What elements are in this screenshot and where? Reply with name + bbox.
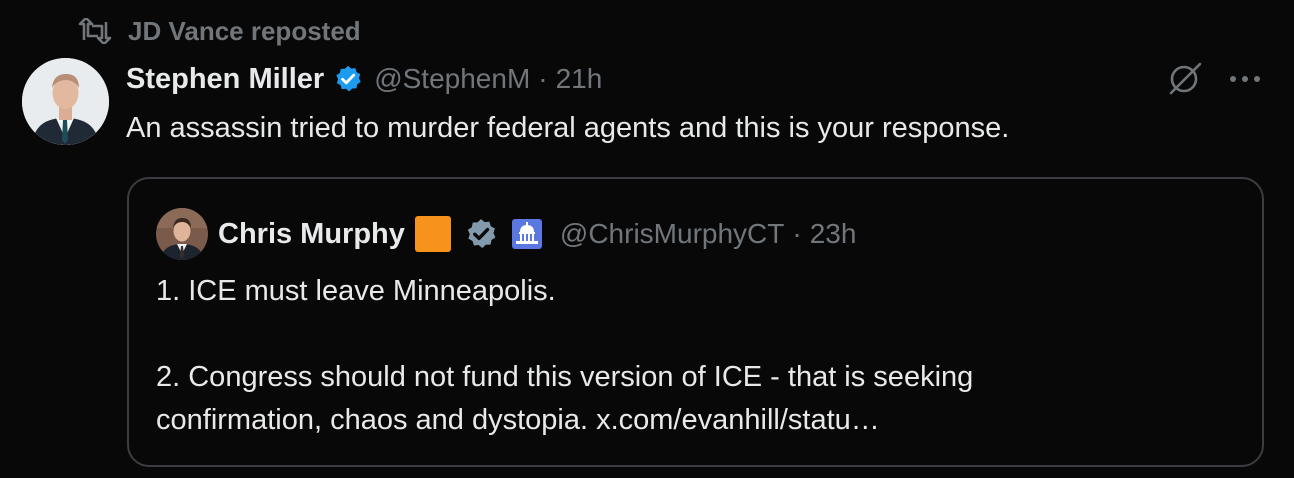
verified-icon[interactable] bbox=[464, 217, 498, 251]
quote-text: 1. ICE must leave Minneapolis. 2. Congre… bbox=[156, 270, 1236, 442]
avatar[interactable] bbox=[22, 58, 109, 145]
quote-timestamp[interactable]: 23h bbox=[810, 218, 857, 250]
avatar-image bbox=[22, 58, 109, 145]
tweet[interactable]: JD Vance reposted Stephen Miller @Stephe… bbox=[0, 0, 1294, 478]
repost-icon bbox=[78, 18, 112, 44]
repost-indicator: JD Vance reposted bbox=[78, 14, 361, 48]
more-icon bbox=[1227, 71, 1263, 89]
quote-line: 1. ICE must leave Minneapolis. bbox=[156, 275, 556, 307]
grok-button[interactable] bbox=[1163, 60, 1207, 100]
quote-avatar-image bbox=[156, 208, 208, 260]
capitol-icon[interactable] bbox=[511, 219, 542, 249]
quote-line: confirmation, chaos and dystopia. x.com/… bbox=[156, 404, 880, 436]
author-handle[interactable]: @StephenM bbox=[374, 63, 530, 95]
quote-avatar[interactable] bbox=[156, 208, 208, 260]
grok-icon bbox=[1165, 60, 1205, 101]
quote-author-handle[interactable]: @ChrisMurphyCT bbox=[560, 218, 784, 250]
separator: · bbox=[538, 63, 548, 94]
orange-square-icon bbox=[414, 216, 451, 252]
quote-line: 2. Congress should not fund this version… bbox=[156, 361, 974, 393]
tweet-text: An assassin tried to murder federal agen… bbox=[126, 112, 1010, 144]
tweet-header: Stephen Miller @StephenM · 21h bbox=[126, 58, 602, 100]
author-name[interactable]: Stephen Miller bbox=[126, 63, 324, 96]
quote-tweet[interactable]: Chris Murphy @ChrisMurphyCT · 23h 1. ICE… bbox=[127, 177, 1264, 467]
quote-author-name[interactable]: Chris Murphy bbox=[218, 218, 405, 251]
timestamp[interactable]: 21h bbox=[556, 63, 603, 95]
separator: · bbox=[792, 218, 802, 249]
repost-label[interactable]: JD Vance reposted bbox=[128, 16, 361, 47]
quote-header: Chris Murphy @ChrisMurphyCT · 23h bbox=[156, 208, 856, 260]
more-button[interactable] bbox=[1222, 60, 1268, 100]
verified-icon[interactable] bbox=[333, 64, 363, 94]
